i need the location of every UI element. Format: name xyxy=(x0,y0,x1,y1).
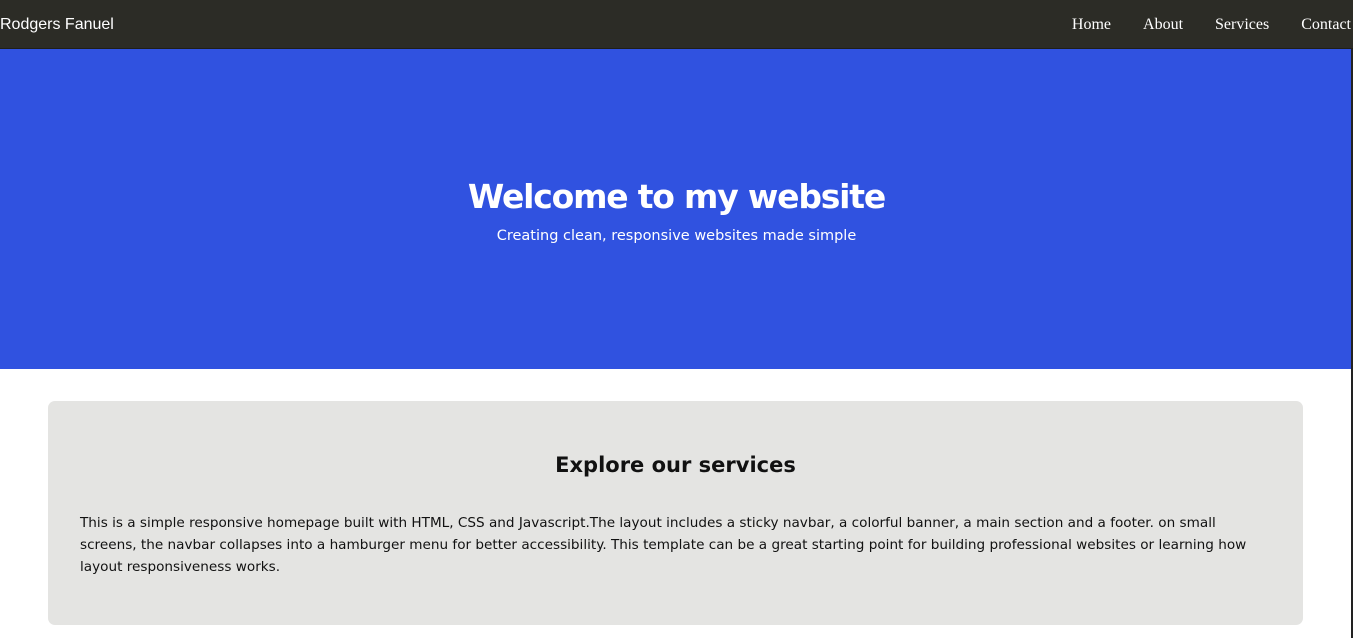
services-description: This is a simple responsive homepage bui… xyxy=(80,515,1247,575)
hero-subtitle: Creating clean, responsive websites made… xyxy=(496,228,857,244)
nav-links: Home About Services Contact xyxy=(1072,15,1351,35)
hero-title: Welcome to my website xyxy=(467,177,886,216)
nav-link-home[interactable]: Home xyxy=(1072,15,1111,35)
nav-link-services[interactable]: Services xyxy=(1215,15,1269,35)
services-card: Explore our services This is a simple re… xyxy=(48,401,1303,625)
brand-logo-link[interactable]: Rodgers Fanuel xyxy=(0,15,114,35)
nav-link-contact[interactable]: Contact xyxy=(1301,15,1351,35)
navbar: Rodgers Fanuel Home About Services Conta… xyxy=(0,0,1353,49)
hero-banner: Welcome to my website Creating clean, re… xyxy=(0,49,1353,369)
nav-link-about[interactable]: About xyxy=(1143,15,1183,35)
services-title: Explore our services xyxy=(555,453,796,477)
